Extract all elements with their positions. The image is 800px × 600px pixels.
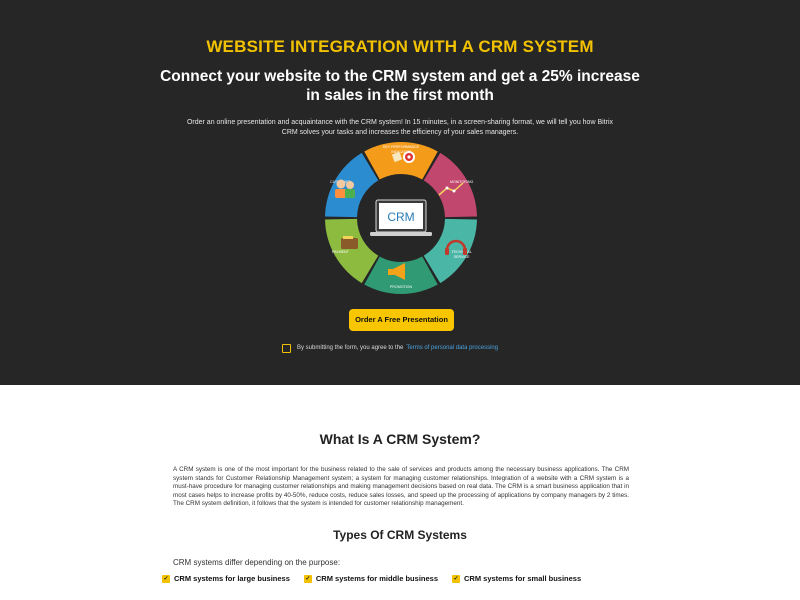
hero-description: Order an online presentation and acquain… [170, 118, 630, 138]
wheel-segment-label: PAYMENT [332, 250, 350, 254]
check-icon: ✓ [303, 574, 312, 583]
types-title: Types Of CRM Systems [333, 528, 467, 542]
type-label: CRM systems for small business [464, 574, 582, 583]
hero-subtitle: Connect your website to the CRM system a… [150, 67, 650, 105]
section-title: What Is A CRM System? [319, 431, 481, 447]
hero-description-line-1: Order an online presentation and acquain… [186, 119, 614, 126]
consent-row: By submitting the form, you agree to the… [282, 342, 498, 354]
crm-description-paragraph: A CRM system is one of the most importan… [173, 466, 629, 507]
type-label: CRM systems for large business [174, 574, 290, 583]
wheel-segment-monitoring [423, 152, 477, 218]
hero-section: WEBSITE INTEGRATION WITH A CRM SYSTEM Co… [0, 0, 800, 385]
hero-title: WEBSITE INTEGRATION WITH A CRM SYSTEM [206, 37, 594, 56]
wheel-segment-label: PROMOTION [390, 285, 413, 289]
consent-checkbox[interactable] [282, 343, 291, 353]
wheel-segment-label: SERVICE [454, 255, 470, 259]
consent-text: By submitting the form, you agree to the [297, 345, 404, 351]
crm-types-list: ✓ CRM systems for large business ✓ CRM s… [162, 574, 595, 583]
hero-subtitle-line-2: in sales in the first month [306, 87, 494, 104]
type-item-middle: ✓ CRM systems for middle business [303, 574, 438, 583]
types-intro: CRM systems differ depending on the purp… [173, 558, 341, 567]
check-icon: ✓ [452, 574, 460, 583]
type-item-small: ✓ CRM systems for small business [452, 574, 581, 583]
type-label: CRM systems for middle business [315, 574, 438, 583]
hero-subtitle-line-1: Connect your website to the CRM system a… [160, 68, 640, 85]
hero-description-line-2: CRM solves your tasks and increases the … [281, 129, 519, 136]
crm-wheel-svg: KEY PERFORMANCEINDICATORMONITORINGTECHNI… [325, 142, 477, 294]
terms-link[interactable]: Terms of personal data processing [406, 345, 498, 351]
crm-wheel-illustration: KEY PERFORMANCE INDICATOR MONITORING TECHNI… [317, 140, 487, 298]
wheel-center-label: CRM [387, 210, 414, 224]
type-item-large: ✓ CRM systems for large business [162, 574, 290, 583]
order-presentation-button[interactable]: Order A Free Presentation [349, 309, 454, 331]
check-icon: ✓ [162, 574, 170, 583]
wheel-segment-label: TECHNICAL [451, 250, 471, 254]
wheel-segment-label: KEY PERFORMANCE [383, 145, 420, 149]
